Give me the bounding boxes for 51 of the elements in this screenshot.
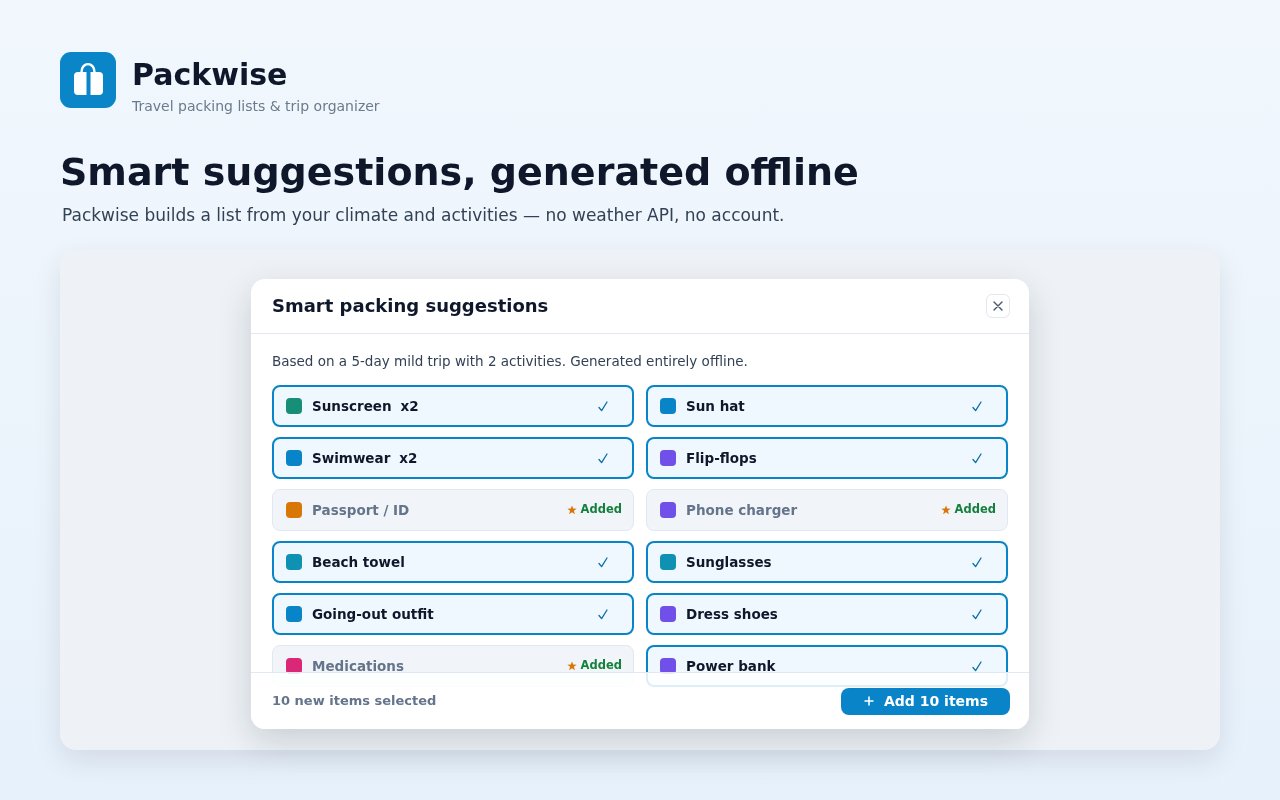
add-items-button[interactable]: Add 10 items [841,687,1010,715]
item-name: Swimwear [312,448,391,468]
suggestion-item[interactable]: Going-out outfit [272,593,634,635]
check-icon [972,452,982,464]
plus-icon [864,696,874,706]
suggestion-item[interactable]: Sunscreen x2 [272,385,634,427]
close-button[interactable] [986,294,1010,318]
suitcase-logo-icon [60,52,116,108]
suggestion-item[interactable]: Beach towel [272,541,634,583]
suggestion-item[interactable]: Passport / ID Added [272,489,634,531]
dialog-title: Smart packing suggestions [272,295,549,317]
suggestion-item[interactable]: Sunglasses [646,541,1008,583]
check-icon [972,660,982,672]
suggestion-item[interactable]: Dress shoes [646,593,1008,635]
app-name: Packwise [132,58,289,92]
check-icon [972,608,982,620]
suggestion-item[interactable]: Phone charger Added [646,489,1008,531]
star-icon [940,505,951,515]
check-icon [598,556,608,568]
page-subheadline: Packwise builds a list from your climate and activities — no weather API, no account. [62,204,786,227]
item-name: Going-out outfit [312,604,434,624]
dialog-description: Based on a 5-day mild trip with 2 activities. Generated entirely offline. [272,352,749,371]
item-name: Passport / ID [312,500,410,520]
item-name: Phone charger [686,500,798,520]
item-name: Dress shoes [686,604,778,624]
suggestion-item[interactable]: Swimwear x2 [272,437,634,479]
item-quantity: x2 [399,448,418,468]
page-headline: Smart suggestions, generated offline [60,149,860,195]
check-icon [598,452,608,464]
star-icon [566,661,577,671]
added-label: Added [580,657,622,675]
suggestion-item[interactable]: Sun hat [646,385,1008,427]
item-name: Flip-flops [686,448,757,468]
check-icon [598,400,608,412]
added-label: Added [954,501,996,519]
selection-summary: 10 new items selected [272,692,437,711]
item-name: Sun hat [686,396,745,416]
check-icon [972,400,982,412]
star-icon [566,505,577,515]
added-label: Added [580,501,622,519]
item-name: Beach towel [312,552,405,572]
item-name: Sunscreen [312,396,392,416]
close-icon [993,301,1003,311]
item-name: Sunglasses [686,552,772,572]
app-tagline: Travel packing lists & trip organizer [132,97,380,116]
item-name: Medications [312,656,404,676]
item-name: Power bank [686,656,776,676]
check-icon [972,556,982,568]
suggestion-item[interactable]: Flip-flops [646,437,1008,479]
check-icon [598,608,608,620]
item-quantity: x2 [400,396,419,416]
